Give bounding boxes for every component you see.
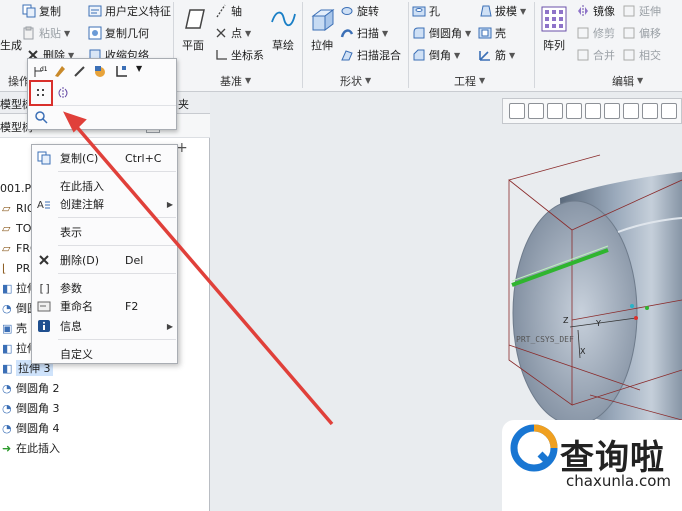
tree-row-label: TO — [16, 221, 32, 235]
menu-item-label: 在此插入 — [60, 180, 104, 193]
rename-icon — [37, 299, 51, 313]
copy-icon — [37, 151, 51, 165]
menu-separator — [58, 339, 176, 340]
menu-item-customize[interactable]: 自定义 — [32, 345, 179, 363]
menu-item-info[interactable]: 信息 ▶ — [32, 317, 179, 335]
cylinder-end-face — [512, 200, 638, 426]
axis-x-label: X — [580, 347, 586, 356]
menu-separator — [58, 171, 176, 172]
menu-item-label: 表示 — [60, 226, 82, 239]
menu-item-label: 创建注解 — [60, 198, 104, 211]
delete-icon — [37, 253, 51, 267]
parameters-icon: [] — [37, 281, 51, 295]
menu-item-create-annotation[interactable]: A 创建注解 ▶ — [32, 195, 179, 213]
svg-text:A: A — [37, 200, 44, 211]
extrude-icon: ◧ — [2, 281, 13, 295]
repaint-icon[interactable] — [566, 103, 582, 119]
insert-arrow-icon: ➜ — [2, 441, 12, 455]
menu-item-delete[interactable]: 删除(D) Del — [32, 251, 179, 269]
annotation-icon: A — [37, 197, 51, 211]
round-icon: ◔ — [2, 381, 12, 395]
menu-item-label: 信息 — [60, 320, 82, 333]
watermark-url: chaxunla.com — [566, 472, 671, 490]
tree-row-label: 在此插入 — [16, 442, 60, 455]
menu-item-shortcut: Ctrl+C — [125, 151, 162, 165]
menu-separator — [58, 245, 176, 246]
dimension-icon[interactable]: d1 — [32, 63, 48, 79]
tree-row-label: 倒圆角 2 — [16, 382, 60, 395]
shell-icon: ▣ — [2, 321, 13, 335]
info-icon — [37, 319, 51, 333]
tree-row-label: 壳 — [16, 322, 27, 335]
zoom-out-icon[interactable] — [547, 103, 563, 119]
hide-icon[interactable] — [92, 63, 108, 79]
highlight-box — [29, 80, 53, 106]
tree-row-label: PR — [16, 261, 31, 275]
spin-center-icon[interactable] — [661, 103, 677, 119]
svg-text:d1: d1 — [40, 66, 48, 73]
menu-item-shortcut: Del — [125, 253, 144, 267]
appearance-icon[interactable] — [52, 63, 68, 79]
section-icon[interactable] — [623, 103, 639, 119]
menu-item-label: 自定义 — [60, 348, 93, 361]
menu-item-label: 删除(D) — [60, 254, 100, 267]
csys-icon: ⌊ — [2, 261, 7, 275]
tree-row[interactable]: ➜ 在此插入 — [0, 438, 210, 458]
tab-folder[interactable]: 夹 — [178, 96, 189, 112]
display-style-icon[interactable] — [585, 103, 601, 119]
axis-z-label: Z — [563, 316, 569, 325]
menu-item-shortcut: F2 — [125, 299, 139, 313]
menu-item-represent[interactable]: 表示 — [32, 223, 179, 241]
search-icon[interactable] — [33, 109, 49, 125]
round-icon: ◔ — [2, 401, 12, 415]
tree-row-label: 倒圆角 4 — [16, 422, 60, 435]
round-icon: ◔ — [2, 301, 12, 315]
menu-item-rename[interactable]: 重命名 F2 — [32, 297, 179, 315]
reroute-icon[interactable] — [114, 63, 130, 79]
submenu-arrow-icon: ▶ — [166, 199, 173, 209]
menu-item-label: 重命名 — [60, 300, 93, 313]
saved-views-icon[interactable] — [604, 103, 620, 119]
axis-y-label: Y — [595, 319, 601, 328]
context-menu: 复制(C) Ctrl+C 在此插入 A 创建注解 ▶ 表示 删除(D) Del … — [31, 144, 178, 364]
watermark-logo-icon — [510, 424, 558, 472]
extrude-icon: ◧ — [2, 361, 13, 375]
tree-row-label: 倒圆角 3 — [16, 402, 60, 415]
round-icon: ◔ — [2, 421, 12, 435]
tree-row[interactable]: ◔ 倒圆角 2 — [0, 378, 210, 398]
menu-separator — [58, 273, 176, 274]
mirror-feature-icon[interactable] — [55, 85, 71, 101]
csys-label-text: PRT_CSYS_DEF — [516, 335, 574, 344]
menu-item-copy[interactable]: 复制(C) Ctrl+C — [32, 149, 179, 167]
datum-display-icon[interactable] — [642, 103, 658, 119]
menu-item-label: 复制(C) — [60, 152, 99, 165]
zoom-in-icon[interactable] — [528, 103, 544, 119]
app-window: 复制 粘贴 ▼ 生成 删除 ▼ 用户定义特征 复制几何 收缩包络 平面 轴 点 … — [0, 0, 682, 511]
extrude-icon: ◧ — [2, 341, 13, 355]
menu-separator — [58, 217, 176, 218]
plane-icon: ▱ — [2, 241, 11, 255]
submenu-arrow-icon: ▶ — [166, 321, 173, 331]
more-dropdown-icon[interactable]: ▼ — [136, 64, 142, 73]
menu-item-label: 参数 — [60, 282, 82, 295]
view-toolbar — [502, 98, 682, 124]
plane-icon: ▱ — [2, 221, 11, 235]
plane-icon: ▱ — [2, 201, 11, 215]
menu-item-insert-here[interactable]: 在此插入 — [32, 177, 179, 195]
tree-row[interactable]: ◔ 倒圆角 3 — [0, 398, 210, 418]
refit-icon[interactable] — [509, 103, 525, 119]
menu-item-parameters[interactable]: [] 参数 — [32, 279, 179, 297]
edit-definition-icon[interactable] — [72, 63, 88, 79]
svg-text:[]: [] — [38, 282, 51, 295]
tree-row[interactable]: ◔ 倒圆角 4 — [0, 418, 210, 438]
